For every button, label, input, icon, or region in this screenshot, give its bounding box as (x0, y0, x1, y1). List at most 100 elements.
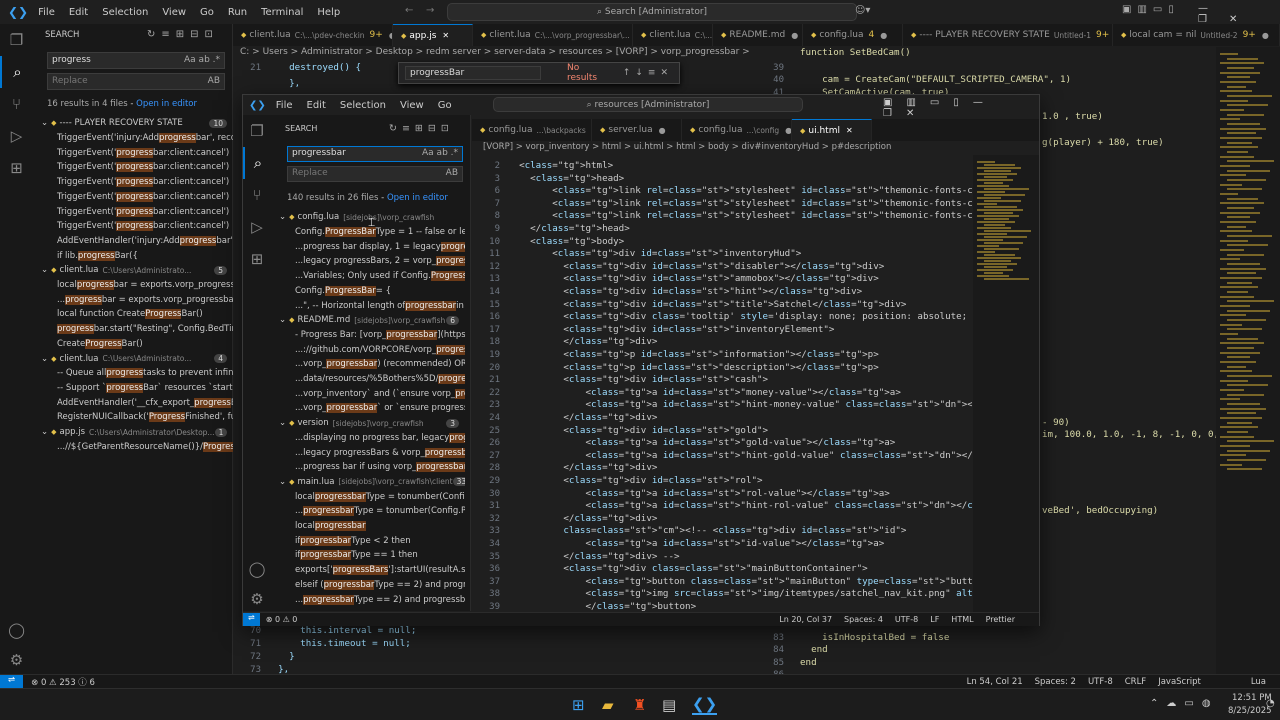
editor-tab[interactable]: ◆client.luaC:\...\pdev-checkin9+● (233, 24, 393, 46)
result-match[interactable]: ...", -- Horizontal length of progressba… (271, 298, 465, 313)
inner-extensions-icon[interactable]: ⊞ (243, 243, 271, 275)
result-match[interactable]: -- Queue all progress tasks to prevent i… (33, 366, 233, 381)
inner-search-input[interactable]: progressbar Aa ab .* (287, 146, 463, 162)
result-match[interactable]: TriggerEvent(' progress bar:client:cancel'… (33, 160, 233, 175)
account-icon[interactable]: ◯ (0, 614, 33, 646)
inner-eol[interactable]: LF (930, 615, 939, 624)
inner-explorer-icon[interactable]: ❐ (243, 115, 271, 147)
chevron-down-icon[interactable]: ⌄ (41, 354, 48, 364)
language-mode-secondary[interactable]: Lua (1251, 677, 1266, 687)
inner-menu-edit[interactable]: Edit (307, 100, 326, 111)
start-icon[interactable]: ⊞ (572, 696, 585, 714)
result-match[interactable]: TriggerEvent(' progress bar:client:cancel'… (33, 190, 233, 205)
cursor-position[interactable]: Ln 54, Col 21 (967, 677, 1023, 687)
inner-cursor-pos[interactable]: Ln 20, Col 37 (779, 615, 832, 624)
result-match[interactable]: ...legacy progressBars & vorp_progressba… (271, 445, 465, 460)
result-match[interactable]: ...vorp_inventory` and (`ensure vorp_pro… (271, 386, 465, 401)
result-match[interactable]: -- Support ` progress Bar` resources `star… (33, 381, 233, 396)
tab-close-icon[interactable]: ● (785, 126, 791, 135)
result-match[interactable]: exports[' progressBars ']:startUI(resultA.… (271, 563, 465, 578)
result-file[interactable]: ⌄ ◆ client.lua C:\Users\Administrato... 4 (33, 351, 233, 366)
editor-tab[interactable]: ◆ ui.html ✕ (792, 119, 872, 141)
result-match[interactable]: elseif (progressbarType == 2) and progre… (271, 578, 465, 593)
result-match[interactable]: local progress bar = exports.vorp_progres… (33, 278, 233, 293)
result-match[interactable]: RegisterNUICallback(' Progress Finished', … (33, 410, 233, 425)
result-file[interactable]: ⌄ ◆ app.js C:\Users\Administrator\Desktop.… (33, 425, 233, 440)
encoding[interactable]: UTF-8 (1088, 677, 1113, 687)
result-match[interactable]: TriggerEvent('injury:Add progress bar', re… (33, 131, 233, 146)
result-match[interactable]: ...data/resources/%5Bothers%5D/progressB… (271, 372, 465, 387)
result-match[interactable]: ...vorp_progressbar) (recommended) OR [p… (271, 357, 465, 372)
search-icon[interactable]: ⌕ (0, 56, 33, 88)
result-match[interactable]: - Progress Bar: [vorp_ progressbar](https… (271, 328, 465, 343)
extensions-icon[interactable]: ⊞ (0, 152, 33, 184)
tab-close-icon[interactable]: ✕ (846, 126, 853, 135)
editor-tab[interactable]: ◆ app.js ✕ (393, 24, 473, 46)
vscode-taskbar-icon[interactable]: ❮❯ (692, 695, 718, 715)
chevron-down-icon[interactable]: ⌄ (279, 212, 286, 222)
result-match[interactable]: AddEventHandler('__cfx_export_progressBa… (33, 395, 233, 410)
inner-indent[interactable]: Spaces: 4 (844, 615, 883, 624)
tab-close-icon[interactable]: ● (880, 31, 887, 40)
result-match[interactable]: ... progress bar = exports.vorp_progressba… (33, 292, 233, 307)
indentation[interactable]: Spaces: 2 (1035, 677, 1076, 687)
tab-close-icon[interactable]: ✕ (442, 31, 449, 40)
inner-formatter[interactable]: Prettier (986, 615, 1015, 624)
tray-icons[interactable]: ⌃☁▭◍ (1150, 698, 1219, 709)
outer-menu-terminal[interactable]: Terminal (261, 7, 303, 18)
editor-tab[interactable]: ◆client.luaC:\...● (633, 24, 713, 46)
result-match[interactable]: if lib. progress Bar({ (33, 248, 233, 263)
inner-menu-file[interactable]: File (276, 100, 293, 111)
result-match[interactable]: local progressbar (271, 519, 465, 534)
result-match[interactable]: if progressbar Type < 2 then (271, 533, 465, 548)
settings-gear-icon[interactable]: ⚙ (0, 644, 33, 676)
result-match[interactable]: ...//${GetParentResourceName()}/Progress… (33, 439, 233, 454)
inner-remote-icon[interactable]: ⇌ (243, 613, 260, 626)
window-controls[interactable]: —❐✕ (1198, 3, 1280, 25)
inner-menu-go[interactable]: Go (438, 100, 452, 111)
chevron-down-icon[interactable]: ⌄ (41, 427, 48, 437)
result-match[interactable]: local function Create Progress Bar() (33, 307, 233, 322)
command-center-search[interactable]: ⌕ Search [Administrator] (447, 3, 857, 21)
problems-indicator[interactable]: ⊗ 0 ⚠ 253 ⓘ 6 (31, 676, 95, 688)
inner-open-in-editor-link[interactable]: Open in editor (387, 193, 448, 203)
result-match[interactable]: ...://github.com/VORPCORE/vorp_progressb… (271, 342, 465, 357)
result-file[interactable]: ⌄ ◆ README.md [sidejobs]\vorp_crawfish 6 (271, 313, 465, 328)
chevron-down-icon[interactable]: ⌄ (279, 477, 286, 487)
sidebar-actions[interactable]: ↻≡⊞⊟⊡ (147, 29, 219, 40)
nav-forward-icon[interactable]: → (426, 5, 434, 16)
source-control-icon[interactable]: ⑂ (0, 88, 33, 120)
replace-input[interactable]: Replace AB (47, 73, 225, 90)
editor-tab[interactable]: ◆ server.lua ● (592, 119, 682, 141)
inner-problems[interactable]: ⊗ 0 ⚠ 0 (266, 615, 298, 624)
inner-search-icon[interactable]: ⌕ (243, 147, 271, 179)
tab-close-icon[interactable]: ● (659, 126, 666, 135)
chevron-down-icon[interactable]: ⌄ (41, 118, 48, 128)
run-debug-icon[interactable]: ▷ (0, 120, 33, 152)
language-mode[interactable]: JavaScript (1158, 677, 1201, 687)
result-match[interactable]: ...progress bar display, 1 = legacy prog… (271, 239, 465, 254)
nav-back-icon[interactable]: ← (405, 5, 413, 16)
inner-source-control-icon[interactable]: ⑂ (243, 179, 271, 211)
result-match[interactable]: AddEventHandler('injury:Addprogressbar',… (33, 234, 233, 249)
result-match[interactable]: ...displaying no progress bar, legacy pr… (271, 431, 465, 446)
editor-tab[interactable]: ◆ config.lua 4 ● (803, 24, 903, 46)
inner-language[interactable]: HTML (951, 615, 973, 624)
chevron-down-icon[interactable]: ⌄ (279, 315, 286, 325)
outer-menu-file[interactable]: File (38, 7, 55, 18)
inner-replace-input[interactable]: Replace AB (287, 166, 463, 182)
editor-tab[interactable]: ◆client.luaC:\...\vorp_progressbar\...9+… (473, 24, 633, 46)
inner-settings-gear-icon[interactable]: ⚙ (243, 583, 271, 615)
result-match[interactable]: progress bar.start("Resting", Config.BedT… (33, 322, 233, 337)
result-match[interactable]: local progressbarType = tonumber(Config.… (271, 489, 465, 504)
result-match[interactable]: ...progressbarType == 2) and progressba.… (271, 592, 465, 607)
outer-menu-run[interactable]: Run (228, 7, 247, 18)
result-file[interactable]: ⌄ ◆ version [sidejobs]\vorp_crawfish 3 (271, 416, 465, 431)
result-match[interactable]: TriggerEvent(' progress bar:client:cancel'… (33, 175, 233, 190)
result-match[interactable]: ...Variables; Only used if Config. Progre… (271, 269, 465, 284)
result-match[interactable]: TriggerEvent(' progress bar:client:cancel'… (33, 204, 233, 219)
file-explorer-icon[interactable]: ▰ (602, 696, 614, 714)
result-match[interactable]: Create Progress Bar() (33, 337, 233, 352)
terminal-icon[interactable]: ▤ (662, 696, 676, 714)
outer-menu-edit[interactable]: Edit (69, 7, 88, 18)
